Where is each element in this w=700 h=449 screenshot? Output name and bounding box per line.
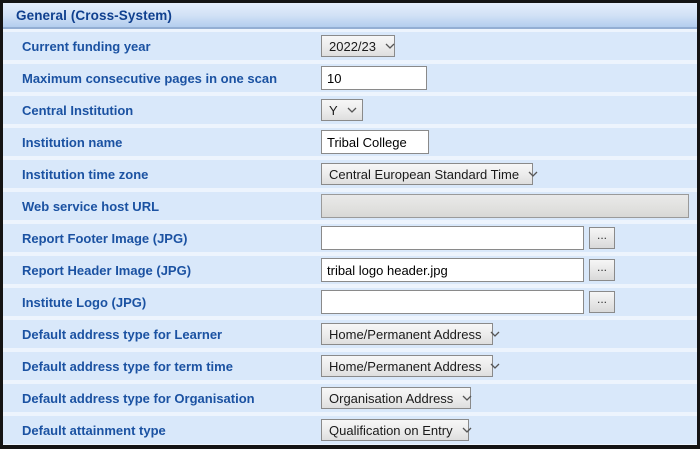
chevron-down-icon (490, 363, 500, 369)
default-attainment-type-select[interactable]: Qualification on Entry (321, 419, 472, 441)
row-current-funding-year: Current funding year 2022/23 (3, 32, 697, 60)
chevron-down-icon (490, 331, 500, 337)
select-value: Home/Permanent Address (329, 326, 482, 342)
report-footer-browse-button[interactable]: ... (589, 227, 615, 249)
field-label: Maximum consecutive pages in one scan (22, 70, 278, 86)
row-institution-name: Institution name (3, 128, 697, 156)
row-default-attainment-type: Default attainment type Qualification on… (3, 416, 697, 444)
row-institution-time-zone: Institution time zone Central European S… (3, 160, 697, 188)
select-value: Organisation Address (329, 390, 454, 406)
field-label: Report Header Image (JPG) (22, 262, 192, 278)
central-institution-select[interactable]: Y (321, 99, 363, 121)
row-max-consecutive-pages: Maximum consecutive pages in one scan (3, 64, 697, 92)
settings-rows: Current funding year 2022/23 Maximum con… (3, 29, 697, 444)
row-central-institution: Central Institution Y (3, 96, 697, 124)
chevron-down-icon (528, 171, 538, 177)
row-institute-logo: Institute Logo (JPG) ... (3, 288, 697, 316)
report-footer-image-input[interactable] (321, 226, 584, 250)
row-default-address-organisation: Default address type for Organisation Or… (3, 384, 697, 412)
report-header-browse-button[interactable]: ... (589, 259, 615, 281)
institute-logo-browse-button[interactable]: ... (589, 291, 615, 313)
field-label: Default address type for term time (22, 358, 233, 374)
chevron-down-icon (385, 43, 395, 49)
field-label: Current funding year (22, 38, 151, 54)
institute-logo-input[interactable] (321, 290, 584, 314)
field-label: Report Footer Image (JPG) (22, 230, 188, 246)
row-web-service-host-url: Web service host URL (3, 192, 697, 220)
row-report-footer-image: Report Footer Image (JPG) ... (3, 224, 697, 252)
settings-panel: General (Cross-System) Current funding y… (0, 0, 700, 449)
field-label: Institution name (22, 134, 123, 150)
select-value: Y (329, 102, 338, 118)
default-address-type-organisation-select[interactable]: Organisation Address (321, 387, 472, 409)
select-value: Home/Permanent Address (329, 358, 482, 374)
institution-name-input[interactable] (321, 130, 429, 154)
group-header: General (Cross-System) (3, 3, 697, 29)
default-address-type-learner-select[interactable]: Home/Permanent Address (321, 323, 500, 345)
field-label: Web service host URL (22, 198, 160, 214)
select-value: Qualification on Entry (329, 422, 453, 438)
max-consecutive-pages-input[interactable] (321, 66, 427, 90)
field-label: Default address type for Organisation (22, 390, 255, 406)
current-funding-year-select[interactable]: 2022/23 (321, 35, 395, 57)
field-label: Default address type for Learner (22, 326, 223, 342)
field-label: Institution time zone (22, 166, 149, 182)
field-label: Central Institution (22, 102, 134, 118)
default-address-type-term-time-select[interactable]: Home/Permanent Address (321, 355, 500, 377)
chevron-down-icon (462, 395, 472, 401)
page-title: General (Cross-System) (16, 7, 173, 23)
row-default-address-learner: Default address type for Learner Home/Pe… (3, 320, 697, 348)
report-header-image-input[interactable] (321, 258, 584, 282)
select-value: 2022/23 (329, 38, 376, 54)
field-label: Institute Logo (JPG) (22, 294, 147, 310)
select-value: Central European Standard Time (329, 166, 520, 182)
chevron-down-icon (462, 427, 472, 433)
institution-time-zone-select[interactable]: Central European Standard Time (321, 163, 538, 185)
row-report-header-image: Report Header Image (JPG) ... (3, 256, 697, 284)
field-label: Default attainment type (22, 422, 166, 438)
row-default-address-term-time: Default address type for term time Home/… (3, 352, 697, 380)
web-service-host-url-input (321, 194, 689, 218)
chevron-down-icon (347, 107, 357, 113)
